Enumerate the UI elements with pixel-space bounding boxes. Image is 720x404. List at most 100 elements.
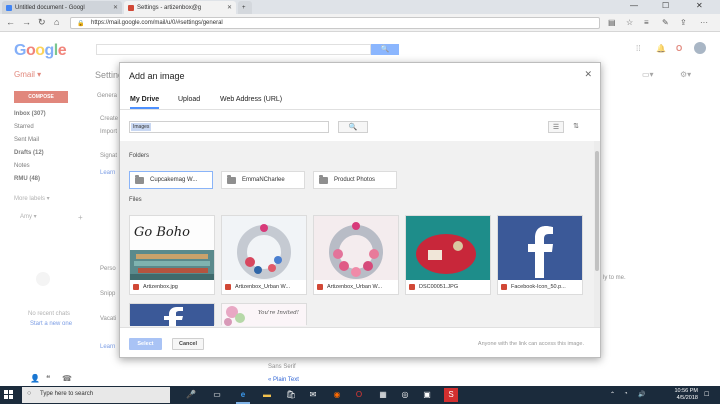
image-file-icon	[501, 284, 507, 290]
notes-icon[interactable]: ✎	[662, 18, 669, 27]
taskbar-search-input[interactable]: ○ Type here to search	[22, 387, 170, 403]
docs-favicon-icon	[6, 4, 12, 11]
file-name: Artizenbox_Urban W...	[225, 282, 305, 292]
cancel-button[interactable]: Cancel	[172, 338, 204, 350]
close-window-icon[interactable]: ✕	[696, 1, 703, 10]
file-thumbnail	[498, 216, 582, 280]
refresh-icon[interactable]: ↻	[38, 17, 46, 28]
add-image-dialog: Add an image ✕ My Drive Upload Web Addre…	[119, 62, 601, 358]
tab-my-drive[interactable]: My Drive	[130, 96, 160, 109]
chrome-icon[interactable]: ◎	[398, 388, 412, 402]
file-thumbnail	[314, 216, 398, 280]
file-item[interactable]: Go Boho Artizenbox.jpg	[129, 215, 215, 295]
image-file-icon	[225, 284, 231, 290]
file-explorer-icon[interactable]: ▬	[260, 388, 274, 402]
url-text: https://mail.google.com/mail/u/0/#settin…	[91, 20, 223, 26]
search-icon: ○	[27, 390, 32, 397]
search-scope-chip[interactable]: Images	[131, 123, 152, 131]
tab-upload[interactable]: Upload	[178, 96, 200, 103]
folder-name: EmmaNCharlee	[242, 177, 285, 183]
plain-text-link[interactable]: « Plain Text	[268, 377, 299, 383]
reading-view-icon[interactable]: ▤	[608, 18, 616, 27]
image-file-icon	[133, 284, 139, 290]
windows-start-icon[interactable]	[4, 390, 14, 400]
address-bar[interactable]: 🔒 https://mail.google.com/mail/u/0/#sett…	[70, 17, 600, 29]
firefox-icon[interactable]: ◉	[330, 388, 344, 402]
scrollbar-thumb[interactable]	[595, 151, 599, 271]
select-button[interactable]: Select	[129, 338, 162, 350]
tab-untitled-document[interactable]: Untitled document - Googl ✕	[2, 1, 122, 14]
mail-icon[interactable]: ✉	[306, 388, 320, 402]
person-icon[interactable]: 👤	[30, 374, 40, 383]
back-icon[interactable]: ←	[6, 17, 15, 27]
favorite-star-icon[interactable]: ☆	[626, 18, 633, 27]
forward-icon[interactable]: →	[22, 17, 31, 27]
browser-tab-bar: Untitled document - Googl ✕ Settings - a…	[0, 0, 720, 14]
close-tab-icon[interactable]: ✕	[227, 4, 232, 11]
svg-text:Go Boho: Go Boho	[134, 225, 190, 240]
microphone-icon[interactable]: 🎤	[184, 388, 198, 402]
dialog-footer: Select Cancel Anyone with the link can a…	[120, 327, 600, 357]
files-heading: Files	[129, 197, 142, 203]
system-clock[interactable]: 10:56 PM 4/5/2018	[674, 388, 698, 402]
sharing-note: Anyone with the link can access this ima…	[477, 341, 584, 347]
tab-gmail-settings[interactable]: Settings - artizenbox@g ✕	[124, 1, 236, 14]
partial-file-text: You're Invited!	[258, 310, 299, 316]
folder-item[interactable]: Product Photos	[313, 171, 397, 189]
content-scrollbar[interactable]	[594, 141, 600, 327]
folder-icon	[319, 174, 328, 184]
file-name: DSC00051.JPG	[409, 282, 489, 292]
file-item[interactable]: Facebook-Icon_50.p...	[497, 215, 583, 295]
image-file-icon	[409, 284, 415, 290]
wifi-icon[interactable]: ◔	[624, 391, 628, 397]
lock-icon: 🔒	[77, 21, 85, 27]
drive-search-button[interactable]: 🔍	[338, 121, 368, 133]
network-icon[interactable]: ⌃	[610, 391, 615, 398]
image-file-icon	[317, 284, 323, 290]
store-icon[interactable]: 🛍	[284, 388, 298, 402]
photoshop-icon[interactable]: ▦	[376, 388, 390, 402]
maximize-icon[interactable]: ☐	[662, 1, 669, 10]
folder-item[interactable]: Cupcakemag W...	[129, 171, 213, 189]
file-thumbnail	[222, 216, 306, 280]
close-tab-icon[interactable]: ✕	[113, 4, 118, 11]
hangouts-icon[interactable]: ❝	[46, 374, 50, 383]
search-icon: 🔍	[348, 124, 358, 131]
tab-web-address[interactable]: Web Address (URL)	[220, 96, 282, 103]
file-thumbnail: Go Boho	[130, 216, 214, 280]
opera-taskbar-icon[interactable]: O	[352, 388, 366, 402]
file-item[interactable]: You're Invited!	[221, 303, 307, 326]
list-view-icon[interactable]: ☰	[548, 121, 564, 133]
more-menu-icon[interactable]: ···	[700, 18, 708, 27]
sort-icon[interactable]: ⇅	[568, 121, 584, 133]
drive-search-input[interactable]: Images	[129, 121, 329, 133]
file-thumbnail	[406, 216, 490, 280]
close-icon[interactable]: ✕	[584, 69, 592, 80]
file-name: Artizenbox.jpg	[133, 282, 213, 292]
file-item[interactable]: DSC00051.JPG	[405, 215, 491, 295]
new-tab-button[interactable]: +	[238, 1, 252, 14]
notifications-center-icon[interactable]: ☐	[704, 391, 709, 398]
gmail-favicon-icon	[128, 4, 134, 11]
camera-icon[interactable]: ▣	[420, 388, 434, 402]
browser-nav-bar: ← → ↻ ⌂ 🔒 https://mail.google.com/mail/u…	[0, 14, 720, 32]
taskbar-search-text: Type here to search	[40, 391, 94, 397]
file-name: Artizenbox_Urban W...	[317, 282, 397, 292]
edge-browser-icon[interactable]: e	[236, 388, 250, 402]
file-thumbnail	[130, 304, 214, 326]
phone-icon[interactable]: ☎	[62, 374, 72, 383]
folder-item[interactable]: EmmaNCharlee	[221, 171, 305, 189]
file-item[interactable]	[129, 303, 215, 326]
minimize-icon[interactable]: —	[630, 1, 638, 10]
app-s-icon[interactable]: S	[444, 388, 458, 402]
file-item[interactable]: Artizenbox_Urban W...	[221, 215, 307, 295]
folders-heading: Folders	[129, 153, 150, 159]
folder-icon	[227, 174, 236, 184]
favorites-hub-icon[interactable]: ≡	[644, 18, 649, 27]
volume-icon[interactable]: 🔊	[638, 391, 645, 398]
task-view-icon[interactable]: ▭	[210, 388, 224, 402]
share-icon[interactable]: ⇪	[680, 18, 687, 27]
clock-time: 10:56 PM	[674, 388, 698, 394]
file-item[interactable]: Artizenbox_Urban W...	[313, 215, 399, 295]
home-icon[interactable]: ⌂	[54, 17, 59, 27]
